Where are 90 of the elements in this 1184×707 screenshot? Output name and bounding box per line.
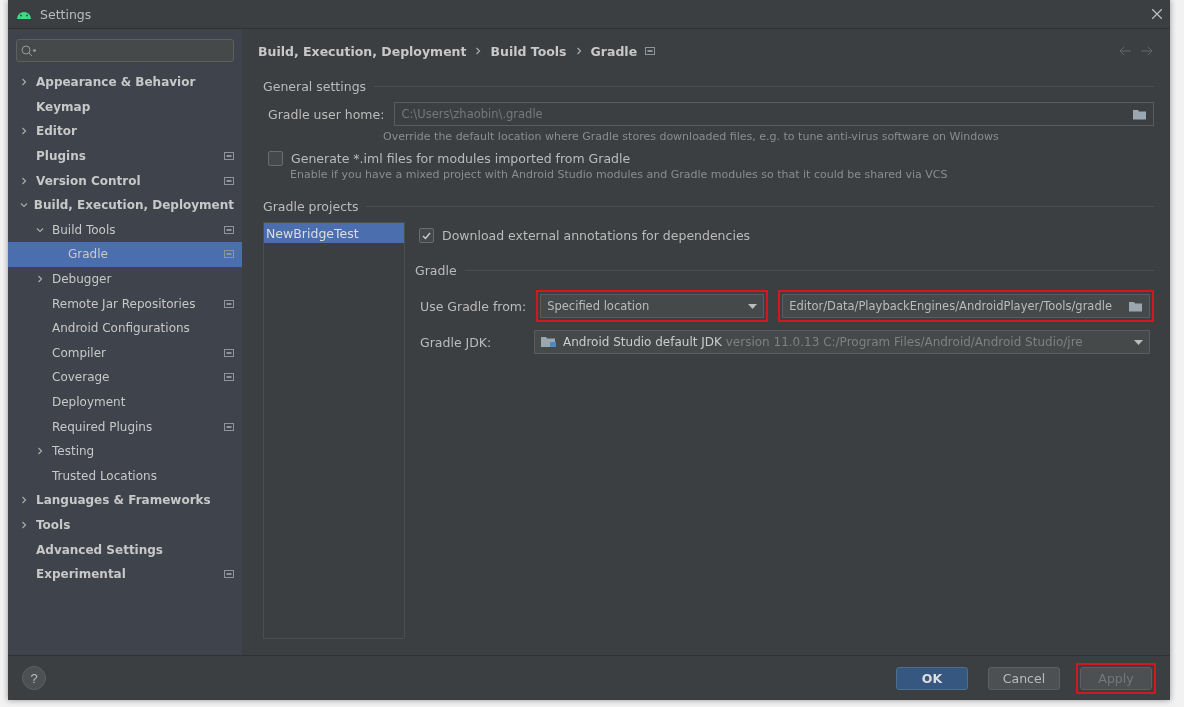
sidebar-item-label: Build, Execution, Deployment <box>33 198 234 213</box>
sidebar-item[interactable]: Debugger <box>8 266 242 292</box>
chevron-right-icon[interactable] <box>20 521 28 529</box>
sidebar-item-label: Deployment <box>52 395 127 409</box>
sidebar-item-label: Required Plugins <box>52 419 154 434</box>
sidebar-item-label: Testing <box>52 444 96 459</box>
chevron-down-icon[interactable] <box>36 225 44 234</box>
sidebar-item[interactable]: Required Plugins <box>8 414 242 439</box>
sidebar-item-label: Plugins <box>36 149 87 164</box>
sidebar-item[interactable]: Editor <box>8 119 242 144</box>
sidebar-item-label: Coverage <box>52 370 111 385</box>
sidebar-item-label: Debugger <box>52 272 113 287</box>
checkbox-label: Generate *.iml files for modules imported from Gradle <box>291 151 631 166</box>
section-title: Gradle projects <box>263 199 359 214</box>
back-arrow-icon[interactable] <box>1118 46 1132 56</box>
field-label: Gradle JDK: <box>420 334 493 350</box>
search-icon <box>21 44 37 57</box>
sidebar-item-label: Version Control <box>36 173 142 188</box>
sidebar-item-label: Android Configurations <box>52 321 191 336</box>
sidebar-item-label: Appearance & Behavior <box>36 75 197 90</box>
checkmark-icon <box>422 231 431 240</box>
project-level-icon <box>645 47 656 55</box>
sidebar-item-label: Remote Jar Repositories <box>52 296 197 311</box>
help-button[interactable]: ? <box>22 666 46 690</box>
field-label: Use Gradle from: <box>420 298 527 314</box>
sidebar-item-label: Compiler <box>52 345 107 360</box>
sidebar-item-label: Tools <box>36 518 72 532</box>
android-robot-icon <box>16 9 32 19</box>
gradle-jdk-dropdown[interactable]: Android Studio default JDK version 11.0.13 C:/Program Files/Android/Android Studio/jre <box>534 330 1150 354</box>
chevron-down-icon[interactable] <box>20 201 28 210</box>
sidebar-item-label: Keymap <box>36 99 92 114</box>
sidebar-item[interactable]: Keymap <box>8 94 242 120</box>
sidebar-item[interactable]: Plugins <box>8 143 242 169</box>
hint-text: Enable if you have a mixed project with Android Studio modules and Gradle modules so that it could be shared via VCS <box>290 168 949 181</box>
folder-icon <box>541 336 557 348</box>
folder-icon[interactable] <box>1129 300 1143 312</box>
checkbox-label: Download external annotations for dependencies <box>442 228 751 243</box>
section-title: Gradle <box>415 263 457 278</box>
field-label: Gradle user home: <box>268 106 385 122</box>
sidebar-item-label: Editor <box>36 124 78 139</box>
chevron-right-icon[interactable] <box>20 127 28 136</box>
sidebar-item-label: Trusted Locations <box>52 468 158 483</box>
dropdown-caret-icon <box>748 303 758 309</box>
dialog-button[interactable]: OK <box>896 666 968 690</box>
sidebar-item[interactable]: Trusted Locations <box>8 463 242 489</box>
sidebar-item[interactable]: Remote Jar Repositories <box>8 291 242 316</box>
jdk-details: version 11.0.13 C:/Program Files/Android/Android Studio/jre <box>725 335 1083 349</box>
sidebar-item[interactable]: Compiler <box>8 340 242 366</box>
sidebar-item[interactable]: Deployment <box>8 389 242 415</box>
chevron-right-icon[interactable] <box>36 447 44 456</box>
dropdown-caret-icon <box>1134 339 1143 345</box>
checkbox[interactable] <box>419 228 434 243</box>
chevron-right-icon[interactable] <box>36 275 44 284</box>
project-item[interactable]: NewBridgeTest <box>264 223 404 243</box>
search-field[interactable] <box>16 39 234 62</box>
breadcrumb: Build Tools <box>490 43 567 59</box>
sidebar-item[interactable]: Testing <box>8 438 242 464</box>
gradle-source-dropdown[interactable]: Specified location <box>540 294 765 318</box>
gradle-location-field[interactable]: Editor/Data/PlaybackEngines/AndroidPlayer/Tools/gradle <box>782 294 1150 318</box>
forward-arrow-icon[interactable] <box>1140 46 1154 56</box>
sidebar-item[interactable]: Advanced Settings <box>8 537 242 562</box>
jdk-name: Android Studio default JDK <box>563 335 722 349</box>
sidebar-item-label: Build Tools <box>52 222 117 237</box>
sidebar-item[interactable]: Languages & Frameworks <box>8 488 242 513</box>
sidebar-item-label: Gradle <box>68 247 109 262</box>
chevron-right-icon[interactable] <box>20 496 28 505</box>
hint-text: Override the default location where Gradle stores downloaded files, e.g. to tune anti-virus software on Windows <box>383 130 1000 143</box>
sidebar-item[interactable]: Gradle <box>8 242 242 267</box>
window-title: Settings <box>40 6 93 22</box>
sidebar-item[interactable]: Experimental <box>8 561 242 587</box>
sidebar-item-label: Experimental <box>36 567 127 582</box>
chevron-right-icon[interactable] <box>20 78 28 87</box>
sidebar-item[interactable]: Build Tools <box>8 217 242 243</box>
section-title: General settings <box>263 79 367 94</box>
breadcrumb: Gradle <box>590 43 638 59</box>
breadcrumb: Build, Execution, Deployment <box>258 43 467 59</box>
chevron-right-icon[interactable] <box>20 176 28 185</box>
sidebar-item[interactable]: Appearance & Behavior <box>8 70 242 95</box>
checkbox[interactable] <box>268 151 283 166</box>
sidebar-item[interactable]: Tools <box>8 512 242 538</box>
sidebar-item-label: Advanced Settings <box>36 542 164 557</box>
sidebar-item[interactable]: Version Control <box>8 168 242 193</box>
dialog-button[interactable]: Cancel <box>988 666 1060 690</box>
close-icon[interactable] <box>1152 9 1162 19</box>
sidebar-item[interactable]: Build, Execution, Deployment <box>8 192 242 218</box>
sidebar-item-label: Languages & Frameworks <box>36 493 212 508</box>
chevron-right-icon[interactable] <box>574 46 583 55</box>
sidebar-item[interactable]: Android Configurations <box>8 315 242 341</box>
sidebar-item[interactable]: Coverage <box>8 365 242 390</box>
chevron-right-icon[interactable] <box>474 46 483 55</box>
